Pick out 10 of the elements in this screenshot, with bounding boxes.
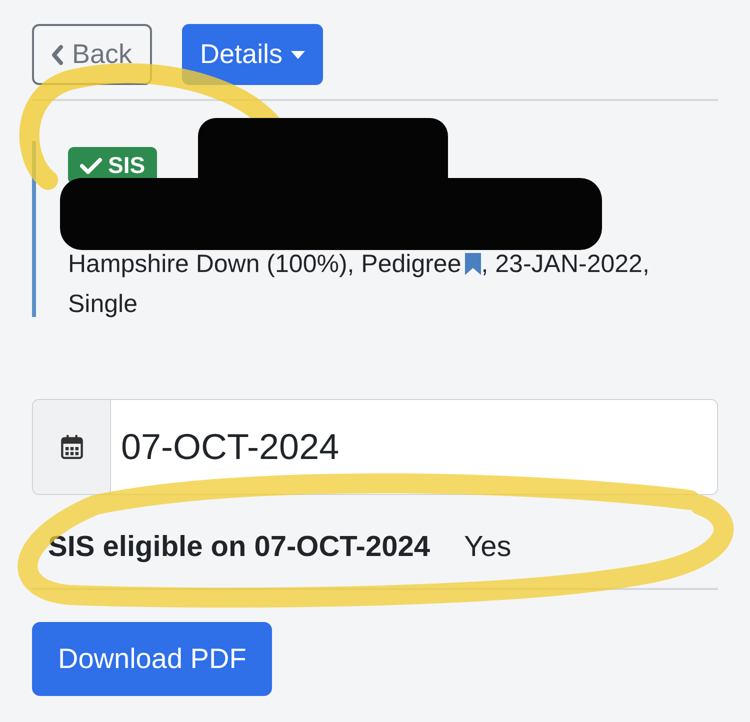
back-button[interactable]: Back	[32, 24, 152, 85]
caret-down-icon	[290, 50, 305, 58]
check-icon	[80, 156, 102, 174]
chevron-left-icon	[50, 44, 64, 66]
eligibility-label: SIS eligible on 07-OCT-2024	[48, 531, 430, 564]
bookmark-icon	[465, 253, 482, 275]
download-pdf-button[interactable]: Download PDF	[32, 622, 272, 696]
details-dropdown-button[interactable]: Details	[182, 24, 323, 85]
eligibility-value: Yes	[464, 531, 512, 564]
calendar-icon	[60, 435, 82, 459]
